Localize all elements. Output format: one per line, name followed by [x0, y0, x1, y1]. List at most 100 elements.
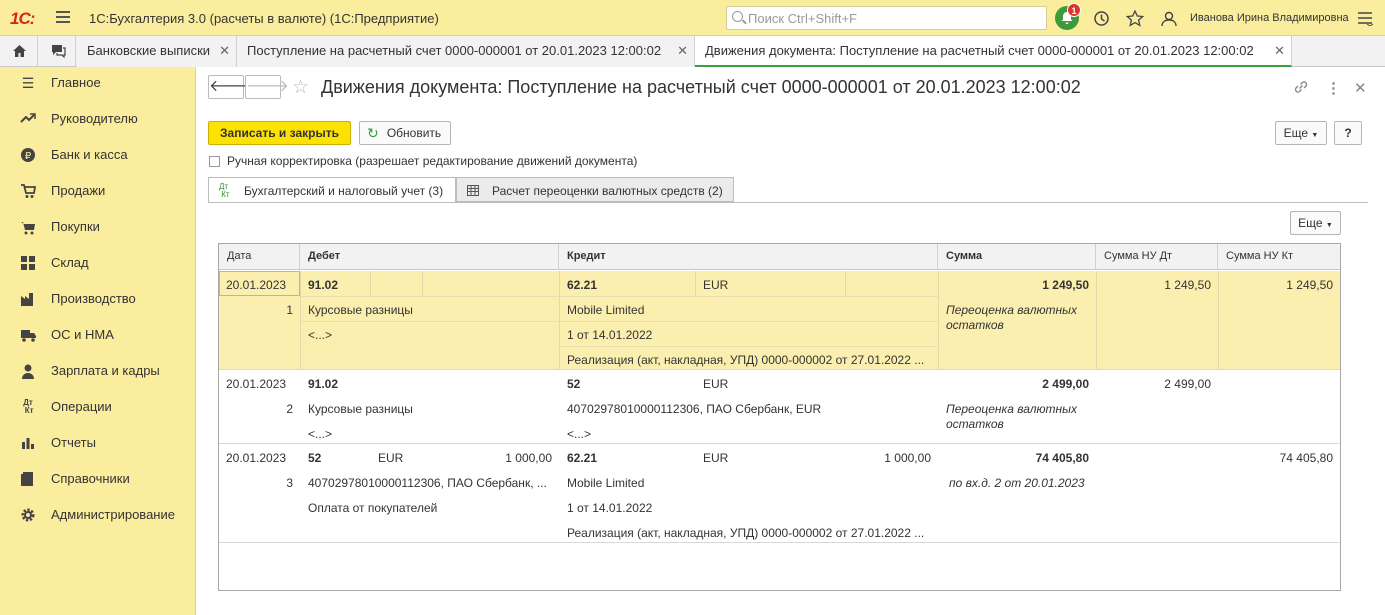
home-button[interactable]	[0, 36, 38, 67]
tab-label: Расчет переоценки валютных средств (2)	[492, 184, 723, 198]
refresh-button[interactable]: ↻ Обновить	[359, 121, 451, 145]
cell-debit-account[interactable]: 91.02	[308, 377, 338, 391]
sidebar-item-payroll[interactable]: Зарплата и кадры	[0, 359, 196, 385]
cell-credit-subconto-2[interactable]: 1 от 14.01.2022	[567, 328, 652, 342]
tab-document-movements[interactable]: Движения документа: Поступление на расче…	[695, 36, 1292, 67]
cell-credit-subconto-2[interactable]: <...>	[567, 427, 591, 441]
divider	[300, 321, 938, 322]
favorites-star-icon[interactable]	[1125, 9, 1145, 30]
cell-debit-currency[interactable]: EUR	[378, 451, 403, 465]
save-and-close-button[interactable]: Записать и закрыть	[208, 121, 351, 145]
tab-bank-statements[interactable]: Банковские выписки ✕	[77, 36, 237, 67]
table-more-button[interactable]: Еще ▼	[1290, 211, 1341, 235]
sidebar-item-sales[interactable]: Продажи	[0, 179, 196, 205]
col-credit[interactable]: Кредит	[559, 244, 938, 270]
cell-number[interactable]: 3	[226, 476, 293, 490]
cell-number[interactable]: 1	[226, 303, 293, 317]
movements-table[interactable]: Дата Дебет Кредит Сумма Сумма НУ Дт Сумм…	[218, 243, 1341, 591]
cell-date[interactable]: 20.01.2023	[226, 377, 286, 391]
sidebar-item-catalogs[interactable]: Справочники	[0, 467, 196, 493]
cell-content[interactable]: по вх.д. 2 от 20.01.2023	[949, 476, 1094, 490]
cell-credit-account[interactable]: 52	[567, 377, 580, 391]
cell-debit-subconto-1[interactable]: Курсовые разницы	[308, 303, 553, 317]
sidebar-item-main[interactable]: ☰ Главное	[0, 71, 196, 97]
sidebar-item-warehouse[interactable]: Склад	[0, 251, 196, 277]
col-sum-nu-kt[interactable]: Сумма НУ Кт	[1218, 244, 1340, 270]
dropdown-arrow-icon: ▼	[1311, 132, 1319, 139]
col-sum[interactable]: Сумма	[938, 244, 1096, 270]
close-icon[interactable]: ✕	[1354, 79, 1367, 97]
back-button[interactable]: 🡐	[208, 75, 252, 99]
cell-credit-currency[interactable]: EUR	[703, 451, 728, 465]
cell-debit-subconto-2[interactable]: <...>	[308, 328, 332, 342]
manual-correction-checkbox[interactable]	[209, 156, 220, 167]
sidebar-item-administration[interactable]: Администрирование	[0, 503, 196, 529]
cell-date[interactable]: 20.01.2023	[226, 278, 286, 292]
tab-currency-revaluation[interactable]: Расчет переоценки валютных средств (2)	[456, 177, 734, 202]
close-icon[interactable]: ✕	[219, 43, 230, 59]
cell-sum[interactable]: 2 499,00	[944, 377, 1089, 391]
cell-number[interactable]: 2	[226, 402, 293, 416]
col-debit[interactable]: Дебет	[300, 244, 559, 270]
user-icon[interactable]	[1160, 10, 1178, 30]
discussions-button[interactable]	[38, 36, 76, 67]
settings-menu-icon[interactable]	[1357, 12, 1374, 29]
more-button[interactable]: Еще ▼	[1275, 121, 1327, 145]
forward-button[interactable]: 🡒	[245, 75, 289, 99]
history-icon[interactable]	[1093, 10, 1110, 30]
cell-content[interactable]: Переоценка валютных остатков	[946, 402, 1091, 432]
warehouse-icon	[20, 255, 36, 271]
cell-credit-currency[interactable]: EUR	[703, 377, 728, 391]
more-vertical-icon[interactable]: ⋮	[1326, 79, 1341, 97]
cell-debit-account[interactable]: 91.02	[308, 278, 338, 292]
sidebar-item-management[interactable]: Руководителю	[0, 107, 196, 133]
cell-debit-account[interactable]: 52	[308, 451, 321, 465]
cell-debit-subconto-1[interactable]: Курсовые разницы	[308, 402, 553, 416]
sidebar-item-purchases[interactable]: Покупки	[0, 215, 196, 241]
tab-accounting-tax[interactable]: Дт Кт Бухгалтерский и налоговый учет (3)	[208, 177, 456, 203]
cell-sum-nu-kt[interactable]: 1 249,50	[1221, 278, 1333, 292]
cell-date[interactable]: 20.01.2023	[226, 451, 286, 465]
cell-credit-subconto-1[interactable]: 40702978010000112306, ПАО Сбербанк, EUR	[567, 402, 933, 416]
col-sum-nu-dt[interactable]: Сумма НУ Дт	[1096, 244, 1218, 270]
divider	[845, 271, 846, 296]
tab-receipt-document[interactable]: Поступление на расчетный счет 0000-00000…	[237, 36, 695, 67]
search-input[interactable]: Поиск Ctrl+Shift+F	[726, 6, 1047, 30]
sidebar-item-fixed-assets[interactable]: ОС и НМА	[0, 323, 196, 349]
dt-kt-icon: Дт Кт	[22, 398, 34, 415]
cell-sum[interactable]: 1 249,50	[944, 278, 1089, 292]
cell-debit-currency-amount[interactable]: 1 000,00	[429, 451, 552, 465]
cell-sum-nu-kt[interactable]: 74 405,80	[1221, 451, 1333, 465]
cell-credit-subconto-3[interactable]: Реализация (акт, накладная, УПД) 0000-00…	[567, 526, 933, 540]
cell-sum-nu-dt[interactable]: 2 499,00	[1099, 377, 1211, 391]
favorite-star-icon[interactable]: ☆	[292, 76, 309, 99]
tab-divider-edge	[456, 202, 457, 203]
cell-credit-account[interactable]: 62.21	[567, 451, 597, 465]
cell-credit-subconto-2[interactable]: 1 от 14.01.2022	[567, 501, 652, 515]
cell-sum-nu-dt[interactable]: 1 249,50	[1099, 278, 1211, 292]
cell-debit-subconto-2[interactable]: <...>	[308, 427, 332, 441]
cell-credit-currency[interactable]: EUR	[703, 278, 728, 292]
close-icon[interactable]: ✕	[677, 43, 688, 59]
cell-debit-subconto-2[interactable]: Оплата от покупателей	[308, 501, 437, 515]
user-name[interactable]: Иванова Ирина Владимировна	[1190, 12, 1349, 24]
cell-content[interactable]: Переоценка валютных остатков	[946, 303, 1091, 333]
divider	[559, 271, 560, 369]
sidebar-item-reports[interactable]: Отчеты	[0, 431, 196, 457]
link-icon[interactable]	[1293, 79, 1309, 99]
cell-credit-currency-amount[interactable]: 1 000,00	[849, 451, 931, 465]
cell-debit-subconto-1[interactable]: 40702978010000112306, ПАО Сбербанк, ...	[308, 476, 553, 490]
cell-credit-account[interactable]: 62.21	[567, 278, 597, 292]
col-date[interactable]: Дата	[219, 244, 300, 270]
cell-credit-subconto-1[interactable]: Mobile Limited	[567, 476, 644, 490]
close-icon[interactable]: ✕	[1274, 43, 1285, 59]
main-menu-icon[interactable]	[56, 11, 70, 26]
cell-credit-subconto-3[interactable]: Реализация (акт, накладная, УПД) 0000-00…	[567, 353, 933, 367]
help-button[interactable]: ?	[1334, 121, 1362, 145]
tab-label: Банковские выписки	[87, 43, 211, 58]
sidebar-item-bank[interactable]: ₽ Банк и касса	[0, 143, 196, 169]
cell-credit-subconto-1[interactable]: Mobile Limited	[567, 303, 644, 317]
sidebar-item-operations[interactable]: Дт Кт Операции	[0, 395, 196, 421]
cell-sum[interactable]: 74 405,80	[944, 451, 1089, 465]
sidebar-item-production[interactable]: Производство	[0, 287, 196, 313]
